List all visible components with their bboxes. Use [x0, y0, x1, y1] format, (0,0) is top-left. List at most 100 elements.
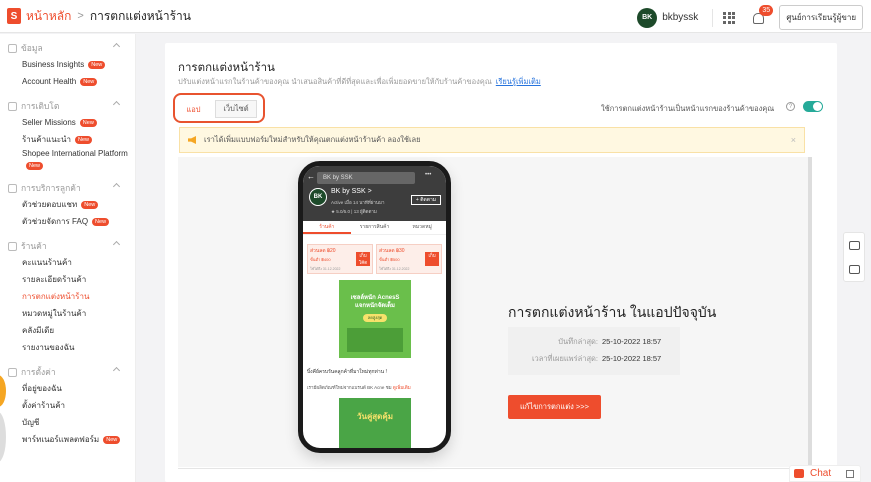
sidebar-section-header[interactable]: ร้านค้า [0, 238, 135, 254]
sidebar-section-header[interactable]: การบริการลูกค้า [0, 180, 135, 196]
phone-shop-status: Active เมื่อ 14 นาทีที่ผ่านมา [331, 200, 385, 205]
learn-more-link[interactable]: เรียนรู้เพิ่มเติม [496, 77, 541, 86]
divider [178, 468, 808, 469]
learning-center-button[interactable]: ศูนย์การเรียนรู้ผู้ขาย [779, 5, 863, 30]
sidebar-item-chat-assistant[interactable]: ตัวช่วยตอบแชท New [0, 196, 135, 213]
chevron-up-icon[interactable] [112, 42, 121, 51]
new-badge: New [79, 118, 97, 127]
item-label: Business Insights [22, 60, 85, 69]
sidebar-item-account-health[interactable]: Account Health New [0, 73, 135, 90]
phone-mockup: ← BK by SSK ••• BK BK by SSK > Active เม… [298, 161, 451, 453]
topbar-right: BK bkbyssk 35 ศูนย์การเรียนรู้ผู้ขาย [637, 4, 863, 30]
sidebar-item-recommended-shop[interactable]: ร้านค้าแนะนำ New [0, 131, 135, 148]
breadcrumb-current: การตกแต่งหน้าร้าน [89, 8, 191, 23]
sidebar-item-my-reports[interactable]: รายงานของฉัน [0, 339, 135, 356]
sidebar-item-partner-platform[interactable]: พาร์ทเนอร์แพลตฟอร์ม New [0, 431, 135, 448]
sidebar-item-shop-decoration[interactable]: การตกแต่งหน้าร้าน [0, 288, 135, 305]
tab-website[interactable]: เว็บไซต์ [215, 100, 257, 118]
chevron-up-icon[interactable] [112, 182, 121, 191]
chevron-up-icon[interactable] [112, 100, 121, 109]
sidebar-item-shop-profile[interactable]: รายละเอียดร้านค้า [0, 271, 135, 288]
bell-icon[interactable]: 35 [751, 4, 774, 25]
chat-button[interactable]: Chat [789, 465, 861, 482]
item-label: ร้านค้าแนะนำ [22, 135, 71, 144]
sidebar-item-seller-missions[interactable]: Seller Missions New [0, 114, 135, 131]
sidebar-item-business-insights[interactable]: Business Insights New [0, 56, 135, 73]
chart-icon[interactable] [844, 233, 864, 257]
phone-shop-header: ← BK by SSK ••• BK BK by SSK > Active เม… [303, 166, 446, 221]
username[interactable]: bkbyssk [662, 12, 698, 23]
sidebar-item-account[interactable]: บัญชี [0, 414, 135, 431]
homepage-toggle[interactable] [803, 101, 823, 112]
saved-row: บันทึกล่าสุด: 25-10-2022 18:57 [516, 333, 672, 350]
sidebar-item-faq-assistant[interactable]: ตัวช่วยจัดการ FAQ New [0, 213, 135, 230]
voucher-card: ส่วนลด ฿20 ขั้นต่ำ ฿400 ใช้ได้ถึง 31.12.… [307, 244, 373, 274]
new-badge: New [80, 77, 98, 86]
headset-icon [8, 183, 17, 193]
sidebar-section-header[interactable]: ข้อมูล [0, 40, 135, 56]
sidebar-section-header[interactable]: การตั้งค่า [0, 364, 135, 380]
edit-decoration-button[interactable]: แก้ไขการตกแต่ง >>> [508, 395, 601, 419]
phone-promo-banner-2: วันคู่สุดคุ้ม [339, 398, 411, 448]
page-description: ปรับแต่งหน้าแรกในร้านค้าของคุณ นำเสนอสิน… [178, 76, 541, 88]
sidebar-item-media-space[interactable]: คลังมีเดีย [0, 322, 135, 339]
voucher-expiry: ใช้ได้ถึง 31.12.2022 [379, 267, 410, 271]
new-badge: New [74, 135, 92, 144]
phone-shop-logo: BK [309, 188, 327, 206]
help-icon[interactable]: ? [786, 102, 795, 111]
phone-desc-text: เรามีผลิตภัณฑ์ใหม่จากแบรนด์ BK Acne ชม [307, 385, 392, 390]
sidebar-section-shop: ร้านค้า คะแนนร้านค้า รายละเอียดร้านค้า ก… [0, 238, 135, 356]
preview-scrollbar[interactable] [808, 157, 812, 467]
shop-icon [8, 241, 17, 251]
phone-tab-products: รายการสินค้า [359, 224, 390, 230]
saved-label: บันทึกล่าสุด: [558, 336, 598, 346]
phone-follow-button: + ติดตาม [411, 195, 441, 205]
divider [712, 8, 714, 27]
phone-tabs: ร้านค้า รายการสินค้า หมวดหมู่ [303, 221, 446, 235]
voucher-claim-button: เก็บ [425, 252, 439, 266]
close-icon[interactable]: × [791, 135, 796, 145]
new-badge: New [92, 217, 110, 226]
new-badge: New [81, 200, 99, 209]
speaker-icon [188, 136, 196, 144]
phone-shop-stats: ★ 5.0/5.0 | 13 ผู้ติดตาม [331, 209, 377, 214]
chart-icon-shape [848, 240, 860, 250]
inbox-icon-shape [848, 264, 860, 274]
item-label: Seller Missions [22, 118, 76, 127]
section-title: ร้านค้า [21, 241, 47, 251]
apps-grid-icon[interactable] [723, 11, 736, 24]
breadcrumb-home[interactable]: หน้าหลัก [26, 7, 71, 26]
new-badge: New [26, 162, 44, 170]
growth-icon [8, 101, 17, 111]
sidebar-item-shopee-international[interactable]: Shopee International Platform New [0, 148, 135, 172]
sidebar-section-growth: การเติบโต Seller Missions New ร้านค้าแนะน… [0, 98, 135, 172]
item-label: ตัวช่วยตอบแชท [22, 200, 78, 209]
notice-text: เราได้เพิ่มแบบฟอร์มใหม่สำหรับให้คุณตกแต่… [204, 135, 421, 144]
tab-app[interactable]: แอป [181, 102, 206, 118]
inbox-icon[interactable] [844, 257, 864, 281]
avatar[interactable]: BK [637, 7, 658, 28]
published-label: เวลาที่เผยแพร่ล่าสุด: [531, 353, 598, 363]
gear-icon [8, 367, 17, 377]
phone-caption: บิ้งคีย์ครบรันคลูกค้าที่มาใหม่ทุกท่าน ! [307, 369, 387, 375]
sidebar-item-my-addresses[interactable]: ที่อยู่ของฉัน [0, 380, 135, 397]
sidebar-item-shop-settings[interactable]: ตั้งค่าร้านค้า [0, 397, 135, 414]
top-bar: S หน้าหลัก > การตกแต่งหน้าร้าน BK bkbyss… [0, 0, 871, 33]
phone-description: เรามีผลิตภัณฑ์ใหม่จากแบรนด์ BK Acne ชม ด… [307, 384, 442, 391]
chevron-up-icon[interactable] [112, 366, 121, 375]
timestamp-box: บันทึกล่าสุด: 25-10-2022 18:57 เวลาที่เผย… [508, 327, 680, 375]
published-value: 25-10-2022 18:57 [602, 354, 662, 363]
item-label: ตัวช่วยจัดการ FAQ [22, 217, 89, 226]
phone-tab-categories: หมวดหมู่ [412, 224, 432, 230]
sidebar-item-shop-rating[interactable]: คะแนนร้านค้า [0, 254, 135, 271]
shopee-seller-centre: S หน้าหลัก > การตกแต่งหน้าร้าน BK bkbyss… [0, 0, 871, 482]
shopee-logo-icon[interactable]: S [7, 8, 21, 24]
chevron-up-icon[interactable] [112, 240, 121, 249]
new-badge: New [88, 60, 106, 69]
sidebar-item-shop-categories[interactable]: หมวดหมู่ในร้านค้า [0, 305, 135, 322]
section-title: การบริการลูกค้า [21, 183, 81, 193]
sidebar-section-header[interactable]: การเติบโต [0, 98, 135, 114]
sidebar-section-data: ข้อมูล Business Insights New Account Heal… [0, 40, 135, 90]
new-badge: New [103, 435, 121, 444]
expand-icon[interactable] [846, 469, 854, 478]
